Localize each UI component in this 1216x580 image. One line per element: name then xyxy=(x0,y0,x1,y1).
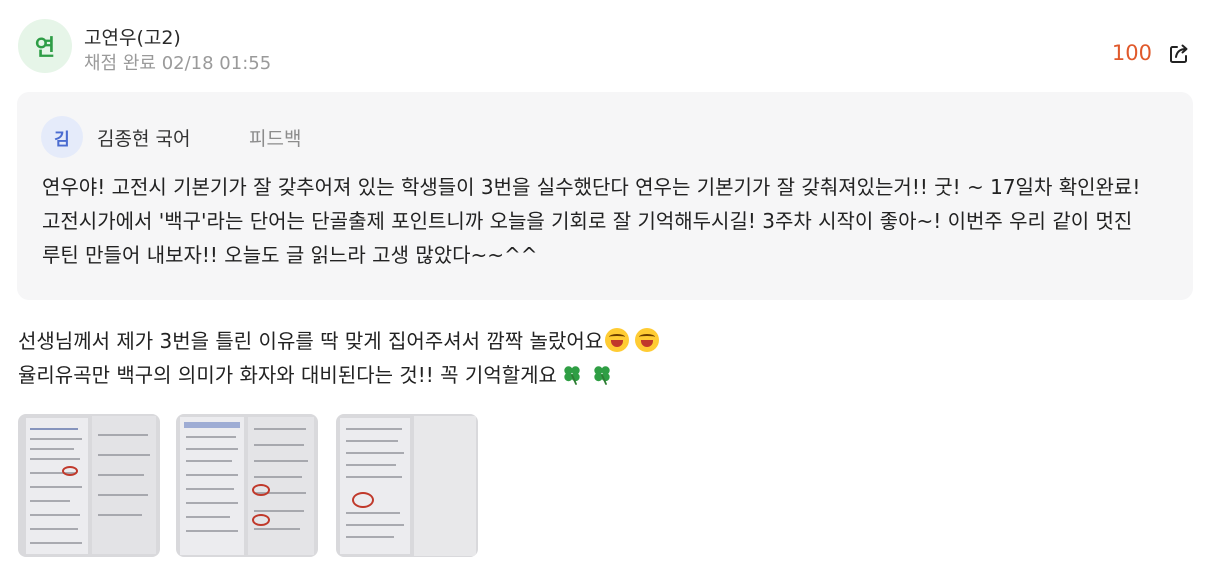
laughing-face-icon xyxy=(635,328,660,352)
teacher-name: 김종현 국어 xyxy=(97,128,191,150)
author-name: 고연우(고2) xyxy=(84,27,181,49)
student-comment: 선생님께서 제가 3번을 틀린 이유를 딱 맞게 집어주셔서 깜짝 놀랐어요 율… xyxy=(18,324,1198,392)
comment-line-2: 율리유곡만 백구의 의미가 화자와 대비된다는 것!! 꼭 기억할게요 xyxy=(18,358,1198,392)
teacher-avatar: 김 xyxy=(41,116,83,158)
attachment-photo-2[interactable] xyxy=(176,414,318,557)
post-datetime: 02/18 01:55 xyxy=(161,53,272,74)
comment-line-1: 선생님께서 제가 3번을 틀린 이유를 딱 맞게 집어주셔서 깜짝 놀랐어요 xyxy=(18,324,1198,358)
post-header: 연 고연우(고2) 채점 완료 02/18 01:55 100 xyxy=(18,19,1198,75)
share-icon[interactable] xyxy=(1168,43,1190,65)
four-leaf-clover-icon xyxy=(594,366,610,385)
attachment-photo-1[interactable] xyxy=(18,414,160,557)
feedback-text: 연우야! 고전시 기본기가 잘 갖추어져 있는 학생들이 3번을 실수했단다 연… xyxy=(42,175,1141,267)
attachment-photo-3[interactable] xyxy=(336,414,478,557)
comment-line-2-text: 율리유곡만 백구의 의미가 화자와 대비된다는 것!! 꼭 기억할게요 xyxy=(18,363,557,387)
post-meta: 채점 완료 02/18 01:55 xyxy=(84,49,271,75)
teacher-feedback-card: 김 김종현 국어 피드백 연우야! 고전시 기본기가 잘 갖추어져 있는 학생들… xyxy=(17,92,1193,300)
author-avatar: 연 xyxy=(18,19,72,73)
score-value: 100 xyxy=(1111,41,1152,65)
feedback-label: 피드백 xyxy=(249,128,302,150)
four-leaf-clover-icon xyxy=(564,366,580,385)
grading-status: 채점 완료 xyxy=(84,53,156,74)
laughing-face-icon xyxy=(605,328,630,352)
comment-line-1-text: 선생님께서 제가 3번을 틀린 이유를 딱 맞게 집어주셔서 깜짝 놀랐어요 xyxy=(18,329,604,353)
